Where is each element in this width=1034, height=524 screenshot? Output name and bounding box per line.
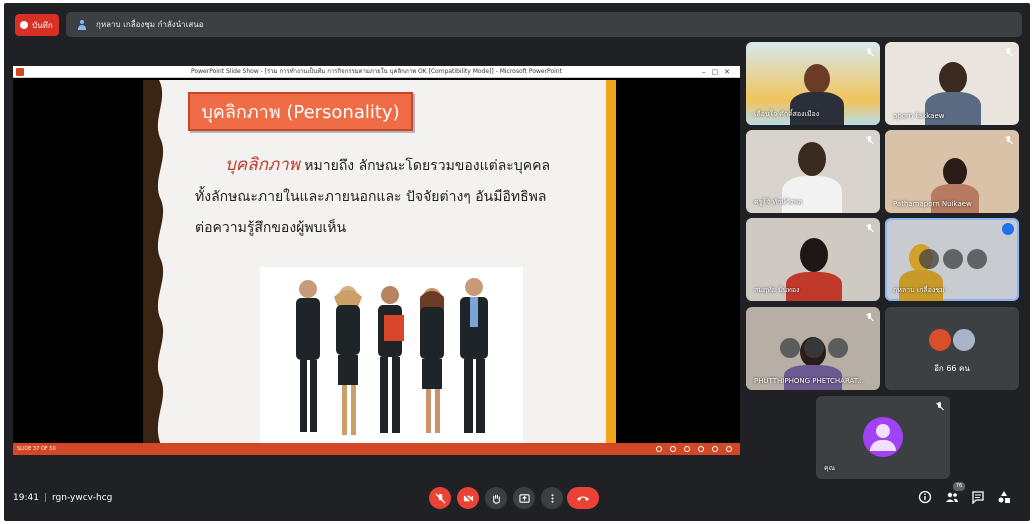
participant-tile[interactable]: เลือนใจ ศักดิ์สองเมือง bbox=[746, 42, 880, 125]
mic-off-icon bbox=[1004, 136, 1013, 145]
presenter-text: กุหลาบ เกลื่องชุม กำลังนำเสนอ bbox=[96, 20, 204, 29]
pin-icon[interactable] bbox=[919, 249, 939, 269]
tile-controls bbox=[780, 338, 848, 358]
participant-name: PHUTTHIPHONG PHETCHARAT... bbox=[754, 377, 864, 385]
sorter-view-icon[interactable] bbox=[712, 446, 718, 452]
remove-icon[interactable] bbox=[967, 249, 987, 269]
ppt-window-title: PowerPoint Slide Show - [ร่วม การทำงานเป… bbox=[191, 68, 562, 75]
meeting-info: 19:41 | rgn-ywcv-hcg bbox=[13, 493, 112, 503]
participant-tile[interactable]: ครูโจ้ ทักษ์วังพล bbox=[746, 130, 880, 213]
avatar-person-body bbox=[870, 440, 896, 451]
participant-body bbox=[925, 92, 981, 125]
present-icon bbox=[518, 493, 530, 503]
normal-view-icon[interactable] bbox=[698, 446, 704, 452]
people-icon[interactable] bbox=[945, 490, 959, 504]
record-label: บันทึก bbox=[32, 20, 53, 30]
menu-icon[interactable] bbox=[670, 446, 676, 452]
avatar-person-icon bbox=[876, 424, 890, 438]
participant-name: ครูโจ้ ทักษ์วังพล bbox=[754, 198, 803, 206]
powerpoint-icon bbox=[16, 68, 24, 76]
participant-name: สมฤทัย ปิ่นทอง bbox=[754, 286, 800, 294]
participant-name: Pathamaporn Nuikaew bbox=[893, 200, 972, 208]
mic-off-icon bbox=[865, 313, 874, 322]
mic-off-icon bbox=[1004, 48, 1013, 57]
ppt-titlebar: PowerPoint Slide Show - [ร่วม การทำงานเป… bbox=[13, 66, 740, 78]
body-line1: หมายถึง ลักษณะโดยรวมของแต่ละบุคคล bbox=[299, 158, 551, 174]
participant-name: aporn fakkaew bbox=[893, 112, 945, 120]
hand-icon bbox=[492, 494, 500, 504]
more-vert-icon bbox=[550, 493, 554, 503]
avatar bbox=[951, 327, 977, 353]
clock: 19:41 bbox=[13, 493, 39, 503]
meeting-code[interactable]: rgn-ywcv-hcg bbox=[52, 493, 112, 503]
camera-off-icon bbox=[462, 492, 474, 504]
slide-accent-bar bbox=[606, 80, 616, 445]
reading-view-icon[interactable] bbox=[726, 446, 732, 452]
participant-name: เลือนใจ ศักดิ์สองเมือง bbox=[754, 110, 820, 118]
more-participants-tile[interactable]: อีก 66 คน bbox=[885, 307, 1019, 390]
ppt-status-bar: SLIDE 37 OF 50 bbox=[13, 443, 740, 455]
more-participants-count: อีก 66 คน bbox=[934, 364, 970, 373]
next-slide-icon[interactable] bbox=[684, 446, 690, 452]
camera-toggle-button[interactable] bbox=[457, 487, 479, 509]
mic-off-icon bbox=[865, 224, 874, 233]
participant-name: คุณ bbox=[824, 464, 836, 472]
self-tile[interactable]: คุณ bbox=[816, 396, 950, 479]
mic-off-icon bbox=[865, 136, 874, 145]
record-icon bbox=[20, 21, 28, 29]
avatar bbox=[800, 238, 828, 272]
prev-slide-icon[interactable] bbox=[656, 446, 662, 452]
present-button[interactable] bbox=[513, 487, 535, 509]
ppt-nav bbox=[656, 443, 732, 452]
divider: | bbox=[43, 493, 47, 503]
mute-icon[interactable] bbox=[943, 249, 963, 269]
avatar bbox=[927, 327, 953, 353]
remove-icon[interactable] bbox=[828, 338, 848, 358]
mute-icon[interactable] bbox=[804, 338, 824, 358]
mic-off-icon bbox=[434, 492, 446, 504]
record-button[interactable]: บันทึก bbox=[15, 14, 59, 36]
body-line2: ทั้งลักษณะภายในและภายนอกและ ปัจจัยต่างๆ … bbox=[195, 189, 547, 205]
info-icon[interactable] bbox=[918, 490, 932, 504]
window-controls: –▢✕ bbox=[702, 68, 736, 76]
activities-icon[interactable] bbox=[997, 490, 1011, 504]
participant-tile-active[interactable]: กุหลาบ เกลื่องชุม bbox=[885, 218, 1019, 301]
person-icon bbox=[77, 19, 87, 30]
participant-tile[interactable]: Pathamaporn Nuikaew bbox=[885, 130, 1019, 213]
slide-wave-decoration bbox=[143, 80, 164, 445]
meet-window: บันทึก กุหลาบ เกลื่องชุม กำลังนำเสนอ Pow… bbox=[4, 3, 1030, 521]
speaking-indicator-icon bbox=[1002, 223, 1014, 235]
participant-body bbox=[931, 184, 979, 213]
slide: บุคลิกภาพ (Personality) บุคลิกภาพ หมายถึ… bbox=[143, 80, 616, 445]
business-people-photo bbox=[260, 267, 523, 445]
slide-body: บุคลิกภาพ หมายถึง ลักษณะโดยรวมของแต่ละบุ… bbox=[195, 150, 605, 244]
body-highlight: บุคลิกภาพ bbox=[225, 155, 300, 175]
more-options-button[interactable] bbox=[541, 487, 563, 509]
participant-tile[interactable]: aporn fakkaew bbox=[885, 42, 1019, 125]
chat-icon[interactable] bbox=[971, 490, 985, 504]
leave-call-button[interactable] bbox=[567, 487, 599, 509]
presentation-area: PowerPoint Slide Show - [ร่วม การทำงานเป… bbox=[13, 66, 740, 455]
participant-tile[interactable]: สมฤทัย ปิ่นทอง bbox=[746, 218, 880, 301]
slide-counter: SLIDE 37 OF 50 bbox=[17, 446, 56, 452]
people-count-badge: 76 bbox=[953, 482, 965, 491]
avatar bbox=[939, 62, 967, 94]
avatar bbox=[943, 158, 967, 186]
participant-name: กุหลาบ เกลื่องชุม bbox=[893, 286, 945, 294]
mic-off-icon bbox=[935, 402, 944, 411]
mic-off-icon bbox=[865, 48, 874, 57]
participant-tile[interactable]: PHUTTHIPHONG PHETCHARAT... bbox=[746, 307, 880, 390]
avatar bbox=[804, 64, 830, 94]
pin-icon[interactable] bbox=[780, 338, 800, 358]
slide-title: บุคลิกภาพ (Personality) bbox=[188, 92, 413, 131]
call-end-icon bbox=[577, 496, 589, 501]
body-line3: ต่อความรู้สึกของผู้พบเห็น bbox=[195, 220, 347, 236]
raise-hand-button[interactable] bbox=[485, 487, 507, 509]
tile-controls bbox=[919, 249, 987, 269]
mic-toggle-button[interactable] bbox=[429, 487, 451, 509]
avatar bbox=[798, 142, 826, 176]
presenter-banner[interactable]: กุหลาบ เกลื่องชุม กำลังนำเสนอ bbox=[66, 12, 1022, 37]
